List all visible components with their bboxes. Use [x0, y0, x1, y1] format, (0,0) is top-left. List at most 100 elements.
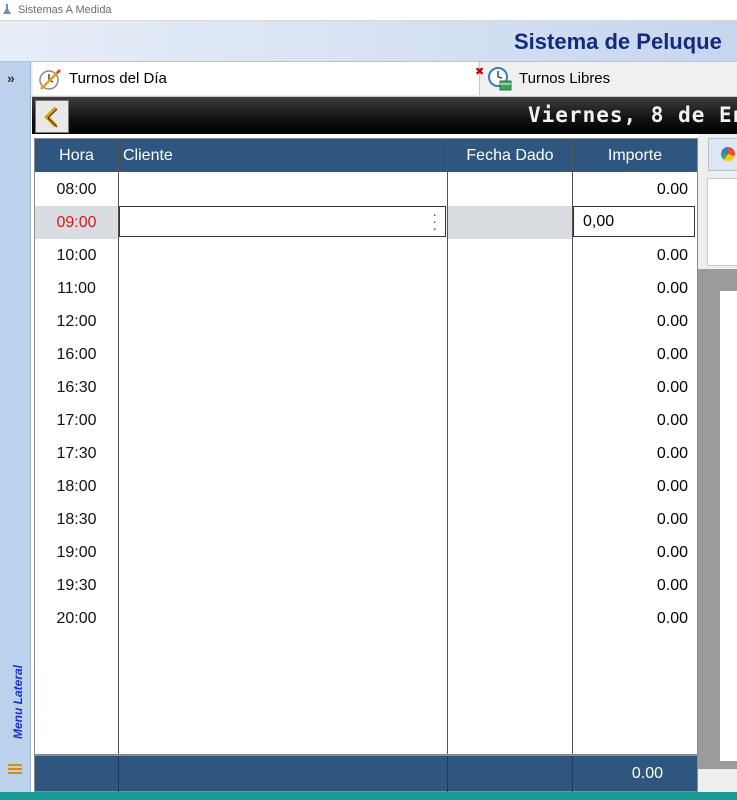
cliente-editor[interactable]: · · · [119, 206, 446, 237]
cliente-cell[interactable] [119, 173, 447, 206]
grid-footer: 0.00 [35, 754, 697, 793]
importe-cell[interactable]: 0.00 [573, 470, 696, 503]
fecha-cell[interactable] [448, 404, 572, 437]
importe-cell[interactable]: 0.00 [573, 338, 696, 371]
importe-cell[interactable]: 0.00 [573, 437, 696, 470]
table-row[interactable]: 10:00 0.00 [35, 239, 697, 272]
cliente-cell[interactable] [119, 371, 447, 404]
importe-cell[interactable]: 0.00 [573, 173, 696, 206]
hora-cell: 08:00 [56, 180, 97, 198]
hora-cell: 20:00 [56, 609, 97, 627]
table-row[interactable]: 17:30 0.00 [35, 437, 697, 470]
importe-editor[interactable]: 0,00 [573, 206, 695, 237]
hora-cell: 16:00 [56, 345, 97, 363]
table-row[interactable]: 17:00 0.00 [35, 404, 697, 437]
importe-cell[interactable]: 0.00 [573, 536, 696, 569]
hora-cell: 12:00 [56, 312, 97, 330]
importe-cell[interactable]: 0.00 [573, 404, 696, 437]
close-icon[interactable]: ✖ [475, 65, 484, 78]
cliente-cell[interactable] [119, 338, 447, 371]
side-menu[interactable]: » Menu Lateral [0, 62, 31, 792]
current-date: Viernes, 8 de En [528, 103, 737, 127]
fecha-cell[interactable] [448, 602, 572, 635]
hora-cell: 11:00 [57, 279, 96, 297]
total-importe: 0.00 [631, 765, 663, 782]
column-divider [572, 756, 573, 793]
cliente-cell[interactable] [119, 305, 447, 338]
fecha-cell[interactable] [448, 371, 572, 404]
fecha-cell[interactable] [448, 437, 572, 470]
cliente-cell[interactable] [119, 470, 447, 503]
fecha-cell[interactable] [448, 239, 572, 272]
status-strip [0, 792, 737, 800]
tab-turnos-del-dia[interactable]: Turnos del Día [33, 62, 480, 95]
hora-cell: 18:30 [56, 510, 97, 528]
chevron-left-icon [44, 106, 58, 128]
hora-cell: 17:00 [56, 411, 97, 429]
clock-edit-icon [39, 68, 61, 90]
column-header-fecha-dado[interactable]: Fecha Dado [448, 139, 572, 172]
column-header-importe[interactable]: Importe [573, 139, 697, 172]
app-header: Sistema de Peluque [0, 21, 737, 62]
table-row[interactable]: 18:30 0.00 [35, 503, 697, 536]
cliente-cell[interactable] [119, 503, 447, 536]
fecha-cell[interactable] [448, 569, 572, 602]
tab-turnos-libres[interactable]: ✖ Turnos Libres [475, 62, 737, 95]
importe-cell[interactable]: 0.00 [573, 503, 696, 536]
fecha-cell[interactable] [448, 305, 572, 338]
table-row[interactable]: 19:30 0.00 [35, 569, 697, 602]
clock-calendar-icon [488, 66, 512, 90]
cliente-cell[interactable] [119, 404, 447, 437]
table-row-selected[interactable]: 09:00 · · · 0,00 [35, 206, 697, 239]
table-row[interactable]: 19:00 0.00 [35, 536, 697, 569]
hora-cell: 10:00 [56, 246, 97, 264]
cliente-cell[interactable] [119, 239, 447, 272]
fecha-cell[interactable] [448, 338, 572, 371]
pie-chart-icon [721, 147, 735, 161]
importe-cell[interactable]: 0.00 [573, 272, 696, 305]
hora-cell: 18:00 [56, 477, 97, 495]
column-divider [447, 756, 448, 793]
fecha-cell[interactable] [448, 503, 572, 536]
table-row[interactable]: 20:00 0.00 [35, 602, 697, 635]
cliente-cell[interactable] [119, 602, 447, 635]
fecha-cell[interactable] [448, 173, 572, 206]
importe-cell[interactable]: 0.00 [573, 602, 696, 635]
hamburger-icon[interactable] [8, 762, 22, 776]
chart-button[interactable] [708, 138, 737, 171]
column-header-hora[interactable]: Hora [35, 139, 118, 172]
hora-cell: 19:00 [56, 543, 97, 561]
cliente-cell[interactable] [119, 569, 447, 602]
table-row[interactable]: 08:00 0.00 [35, 173, 697, 206]
appointments-grid[interactable]: Hora Cliente Fecha Dado Importe 08:00 0.… [34, 138, 698, 793]
tab-label: Turnos del Día [69, 70, 167, 87]
importe-cell[interactable]: 0.00 [573, 239, 696, 272]
table-row[interactable]: 18:00 0.00 [35, 470, 697, 503]
table-row[interactable]: 12:00 0.00 [35, 305, 697, 338]
cliente-cell[interactable] [119, 437, 447, 470]
window-title: Sistemas A Medida [18, 4, 112, 16]
tab-bar: Turnos del Día ✖ Turnos Libres [31, 62, 737, 97]
side-list[interactable] [720, 291, 737, 761]
importe-cell[interactable]: 0.00 [573, 569, 696, 602]
fecha-cell[interactable] [448, 272, 572, 305]
table-row[interactable]: 16:30 0.00 [35, 371, 697, 404]
column-header-cliente[interactable]: Cliente [119, 139, 447, 172]
detail-box [707, 178, 737, 266]
ellipsis-icon[interactable]: · · · [432, 207, 437, 235]
table-row[interactable]: 16:00 0.00 [35, 338, 697, 371]
side-list-panel [698, 269, 737, 769]
column-divider [118, 756, 119, 793]
hora-cell: 19:30 [56, 576, 97, 594]
side-menu-label[interactable]: Menu Lateral [11, 662, 25, 742]
back-button[interactable] [35, 100, 69, 133]
importe-cell[interactable]: 0.00 [573, 305, 696, 338]
cliente-cell[interactable] [119, 536, 447, 569]
expand-menu-icon[interactable]: » [7, 70, 15, 86]
table-row[interactable]: 11:00 0.00 [35, 272, 697, 305]
importe-cell[interactable]: 0.00 [573, 371, 696, 404]
fecha-cell[interactable] [448, 470, 572, 503]
fecha-cell[interactable] [448, 206, 572, 239]
cliente-cell[interactable] [119, 272, 447, 305]
fecha-cell[interactable] [448, 536, 572, 569]
